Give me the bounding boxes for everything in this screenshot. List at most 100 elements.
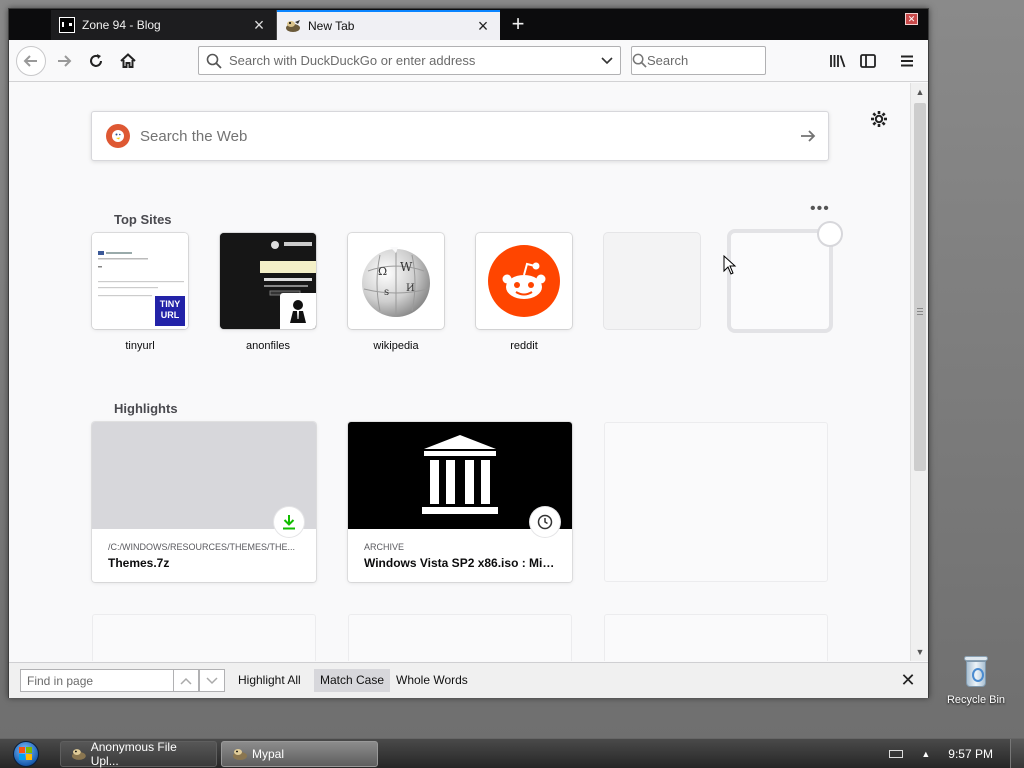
top-site-label: tinyurl (125, 340, 155, 352)
address-input[interactable] (229, 53, 594, 68)
top-site-label: anonfiles (245, 340, 291, 352)
reload-button[interactable] (81, 46, 111, 76)
scrollbar-grip-icon (917, 308, 923, 315)
clock[interactable]: 9:57 PM (948, 747, 993, 761)
add-site-circle-icon[interactable] (817, 221, 843, 247)
scroll-up-arrow-icon[interactable]: ▲ (915, 87, 925, 97)
highlight-context: /C:/WINDOWS/RESOURCES/THEMES/THE... (108, 542, 296, 552)
highlights-title: Highlights (114, 401, 178, 416)
web-search-input[interactable] (140, 127, 788, 145)
recycle-bin[interactable]: Recycle Bin (942, 656, 1010, 706)
top-site-tinyurl[interactable]: TINY URL tinyurl (92, 233, 188, 352)
top-site-drop-placeholder[interactable] (727, 221, 843, 333)
duckduckgo-icon (106, 124, 130, 148)
taskbar-item-mypal[interactable]: Mypal (221, 741, 378, 767)
forward-button[interactable] (49, 46, 79, 76)
window-close-button[interactable]: ✕ (905, 13, 918, 25)
search-icon (199, 53, 229, 69)
windows-logo-icon (13, 741, 39, 767)
tinyurl-thumbnail: TINY URL (92, 233, 188, 329)
top-site-wikipedia[interactable]: Ω W И ѕ wikipedia (348, 233, 444, 352)
highlight-card-vista-iso[interactable]: ARCHIVE Windows Vista SP2 x86.iso : Micr… (348, 422, 572, 582)
highlight-empty-slot (348, 614, 572, 661)
chevron-down-icon[interactable] (594, 56, 620, 65)
highlight-empty-slot (604, 422, 828, 582)
sidebar-button[interactable] (853, 46, 883, 76)
internet-archive-logo-icon (422, 434, 498, 514)
chevron-up-icon (180, 677, 192, 685)
find-next-button[interactable] (199, 669, 225, 692)
top-sites-more-icon[interactable]: ••• (810, 201, 830, 217)
tab-new-tab[interactable]: New Tab × (277, 10, 500, 40)
mouse-cursor-icon (723, 255, 737, 275)
recycle-bin-label: Recycle Bin (946, 694, 1006, 706)
vertical-scrollbar[interactable]: ▲ ▼ (910, 83, 928, 661)
tab-strip: Zone 94 - Blog × New Tab × + ✕ (9, 9, 928, 40)
search-icon (632, 53, 647, 68)
find-bar: Highlight All Match Case Whole Words ✕ (9, 662, 928, 698)
mypal-favicon-icon (285, 18, 301, 34)
svg-text:W: W (400, 260, 413, 274)
wikipedia-globe-icon: Ω W И ѕ (348, 233, 444, 329)
search-input[interactable] (647, 53, 823, 68)
browser-window: Zone 94 - Blog × New Tab × + ✕ Search wi… (8, 8, 929, 698)
home-button[interactable] (113, 46, 143, 76)
whole-words-button[interactable]: Whole Words (390, 669, 474, 692)
mypal-app-icon (233, 749, 247, 760)
forward-arrow-icon (58, 55, 72, 67)
svg-text:Ω: Ω (378, 265, 387, 278)
scrollbar-thumb[interactable] (914, 103, 926, 471)
highlight-title: Themes.7z (108, 556, 170, 570)
anonfiles-thumbnail (220, 233, 316, 329)
system-tray: ▲ 9:57 PM (889, 739, 1024, 768)
empty-thumbnail (604, 233, 700, 329)
start-button[interactable] (8, 740, 44, 768)
settings-gear-icon[interactable] (870, 110, 888, 128)
new-tab-page: Top Sites ••• TINY URL tinyurl (9, 83, 910, 661)
highlight-context: ARCHIVE (364, 542, 405, 552)
tab-close-icon[interactable]: × (474, 17, 492, 35)
taskbar-item-label: Anonymous File Upl... (90, 740, 177, 768)
top-site-anonfiles[interactable]: anonfiles (220, 233, 316, 352)
zone94-favicon-icon (59, 17, 75, 33)
find-field[interactable] (20, 669, 174, 692)
address-bar[interactable] (198, 46, 621, 75)
find-close-icon[interactable]: ✕ (900, 670, 916, 690)
menu-button[interactable] (892, 46, 922, 76)
anonfiles-logo-icon (280, 293, 316, 329)
back-button[interactable] (16, 46, 46, 76)
search-bar[interactable] (631, 46, 823, 75)
scroll-down-arrow-icon[interactable]: ▼ (915, 647, 925, 657)
new-tab-button[interactable]: + (506, 13, 530, 37)
recycle-bin-icon (963, 656, 989, 688)
find-previous-button[interactable] (173, 669, 199, 692)
chevron-down-icon (206, 676, 218, 684)
tab-close-icon[interactable]: × (250, 16, 268, 34)
svg-text:И: И (406, 283, 415, 294)
nav-toolbar (9, 40, 928, 82)
library-icon (830, 55, 846, 68)
svg-text:ѕ: ѕ (384, 287, 389, 298)
top-site-reddit[interactable]: reddit (476, 233, 572, 352)
find-input[interactable] (27, 673, 173, 688)
reload-icon (90, 54, 102, 67)
highlight-card-themes[interactable]: /C:/WINDOWS/RESOURCES/THEMES/THE... Them… (92, 422, 316, 582)
search-go-arrow-icon[interactable] (788, 128, 828, 144)
top-site-empty-slot (604, 233, 700, 329)
keyboard-icon[interactable] (889, 750, 904, 758)
library-button[interactable] (823, 46, 853, 76)
tab-title: Zone 94 - Blog (82, 18, 161, 32)
web-search-box[interactable] (91, 111, 829, 161)
highlight-all-button[interactable]: Highlight All (232, 669, 307, 692)
tinyurl-logo: TINY URL (155, 296, 185, 326)
top-sites-title: Top Sites (114, 212, 172, 227)
tab-zone94-blog[interactable]: Zone 94 - Blog × (51, 10, 277, 40)
mypal-app-icon (71, 749, 86, 760)
top-site-label: reddit (510, 340, 538, 352)
taskbar-item-anonymous-file-upload[interactable]: Anonymous File Upl... (60, 740, 217, 768)
tab-title: New Tab (308, 19, 355, 33)
match-case-button[interactable]: Match Case (314, 669, 391, 692)
show-hidden-icons-icon[interactable]: ▲ (921, 749, 930, 759)
show-desktop-button[interactable] (1010, 739, 1024, 768)
taskbar-item-label: Mypal (252, 747, 285, 761)
